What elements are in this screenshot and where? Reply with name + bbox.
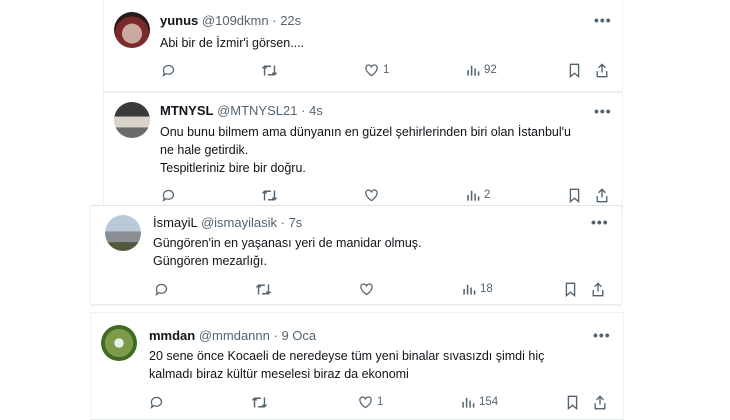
timestamp[interactable]: 9 Oca <box>281 328 316 343</box>
views-icon <box>463 284 476 295</box>
tweet-header: yunus @109dkmn · 22s <box>160 12 301 29</box>
view-count: 154 <box>479 396 499 408</box>
timestamp[interactable]: 22s <box>280 13 301 28</box>
bookmark-icon <box>567 395 578 410</box>
more-options-icon[interactable]: ••• <box>591 214 609 230</box>
separator: · <box>273 328 278 343</box>
tweet-line: 20 sene önce Kocaeli de neredeyse tüm ye… <box>149 349 545 363</box>
views-button[interactable]: 92 <box>466 63 497 77</box>
bookmark-button[interactable] <box>566 395 579 410</box>
retweet-button[interactable] <box>261 188 278 203</box>
avatar[interactable] <box>105 215 141 251</box>
like-button[interactable] <box>364 188 383 202</box>
retweet-icon <box>251 397 268 408</box>
author-name[interactable]: yunus <box>160 13 198 28</box>
tweet-text: Onu bunu bilmem ama dünyanın en güzel şe… <box>160 123 571 177</box>
tweet-line: ne hale getirdik. <box>160 143 249 157</box>
like-icon <box>359 396 372 409</box>
like-icon <box>365 189 378 202</box>
bookmark-button[interactable] <box>568 188 581 203</box>
tweet-line: Onu bunu bilmem ama dünyanın en güzel şe… <box>160 125 571 139</box>
author-handle[interactable]: @109dkmn <box>202 13 269 28</box>
reply-button[interactable] <box>161 63 176 78</box>
tweet-card[interactable]: mmdan @mmdannn · 9 Oca ••• 20 sene önce … <box>90 312 624 420</box>
reply-button[interactable] <box>154 282 169 297</box>
timestamp[interactable]: 4s <box>309 103 323 118</box>
reply-icon <box>150 396 163 410</box>
share-icon <box>596 188 608 203</box>
views-icon <box>467 190 480 201</box>
tweet-line: Güngören'in en yaşanası yeri de manidar … <box>153 236 422 250</box>
share-icon <box>596 63 608 78</box>
views-icon <box>462 397 475 408</box>
like-icon <box>365 64 378 77</box>
more-options-icon[interactable]: ••• <box>593 327 611 343</box>
bookmark-button[interactable] <box>564 282 577 297</box>
like-count: 1 <box>383 64 390 76</box>
author-name[interactable]: MTNYSL <box>160 103 213 118</box>
tweet-header: mmdan @mmdannn · 9 Oca <box>149 327 316 344</box>
reply-button[interactable] <box>149 395 164 410</box>
share-button[interactable] <box>591 282 605 297</box>
views-button[interactable]: 2 <box>466 188 490 202</box>
separator: · <box>280 215 285 230</box>
view-count: 2 <box>484 189 491 201</box>
share-icon <box>592 282 604 297</box>
share-button[interactable] <box>595 63 609 78</box>
like-button[interactable] <box>359 282 378 296</box>
view-count: 18 <box>480 283 493 295</box>
retweet-icon <box>261 65 278 76</box>
author-handle[interactable]: @mmdannn <box>199 328 270 343</box>
share-button[interactable] <box>595 188 609 203</box>
bookmark-button[interactable] <box>568 63 581 78</box>
tweet-line: kalmadı biraz kültür meselesi biraz da e… <box>149 367 409 381</box>
more-options-icon[interactable]: ••• <box>594 12 612 28</box>
view-count: 92 <box>484 64 497 76</box>
author-handle[interactable]: @MTNYSL21 <box>217 103 297 118</box>
tweet-line: Güngören mezarlığı. <box>153 254 267 268</box>
bookmark-icon <box>569 188 580 203</box>
tweet-header: İsmayiL @ismayilasik · 7s <box>153 214 302 231</box>
like-button[interactable]: 1 <box>364 63 389 77</box>
retweet-button[interactable] <box>251 395 268 410</box>
author-name[interactable]: İsmayiL <box>153 215 197 230</box>
views-button[interactable]: 154 <box>461 395 498 409</box>
like-icon <box>360 283 373 296</box>
tweet-text: Güngören'in en yaşanası yeri de manidar … <box>153 234 422 270</box>
retweet-button[interactable] <box>261 63 278 78</box>
like-button[interactable]: 1 <box>358 395 383 409</box>
retweet-icon <box>255 284 272 295</box>
timestamp[interactable]: 7s <box>289 215 303 230</box>
like-count: 1 <box>377 396 384 408</box>
avatar[interactable] <box>114 12 150 48</box>
separator: · <box>301 103 306 118</box>
retweet-icon <box>261 190 278 201</box>
bookmark-icon <box>565 282 576 297</box>
avatar[interactable] <box>101 325 137 361</box>
tweet-card[interactable]: MTNYSL @MTNYSL21 · 4s ••• Onu bunu bilme… <box>103 92 623 214</box>
tweet-line: Abi bir de İzmir'i görsen.... <box>160 36 305 50</box>
tweet-text: Abi bir de İzmir'i görsen.... <box>160 34 304 52</box>
reply-icon <box>162 189 175 203</box>
reply-icon <box>162 64 175 78</box>
reply-icon <box>155 283 168 297</box>
author-handle[interactable]: @ismayilasik <box>201 215 277 230</box>
separator: · <box>272 13 277 28</box>
reply-button[interactable] <box>161 188 176 203</box>
tweet-line: Tespitleriniz bire bir doğru. <box>160 161 306 175</box>
share-icon <box>594 395 606 410</box>
share-button[interactable] <box>593 395 607 410</box>
tweet-header: MTNYSL @MTNYSL21 · 4s <box>160 102 323 119</box>
author-name[interactable]: mmdan <box>149 328 195 343</box>
tweet-card[interactable]: İsmayiL @ismayilasik · 7s ••• Güngören'i… <box>90 205 622 305</box>
tweet-text: 20 sene önce Kocaeli de neredeyse tüm ye… <box>149 347 544 383</box>
tweet-card[interactable]: yunus @109dkmn · 22s ••• Abi bir de İzmi… <box>103 0 623 92</box>
views-button[interactable]: 18 <box>462 282 493 296</box>
bookmark-icon <box>569 63 580 78</box>
more-options-icon[interactable]: ••• <box>594 103 612 119</box>
retweet-button[interactable] <box>255 282 272 297</box>
views-icon <box>467 65 480 76</box>
avatar[interactable] <box>114 102 150 138</box>
